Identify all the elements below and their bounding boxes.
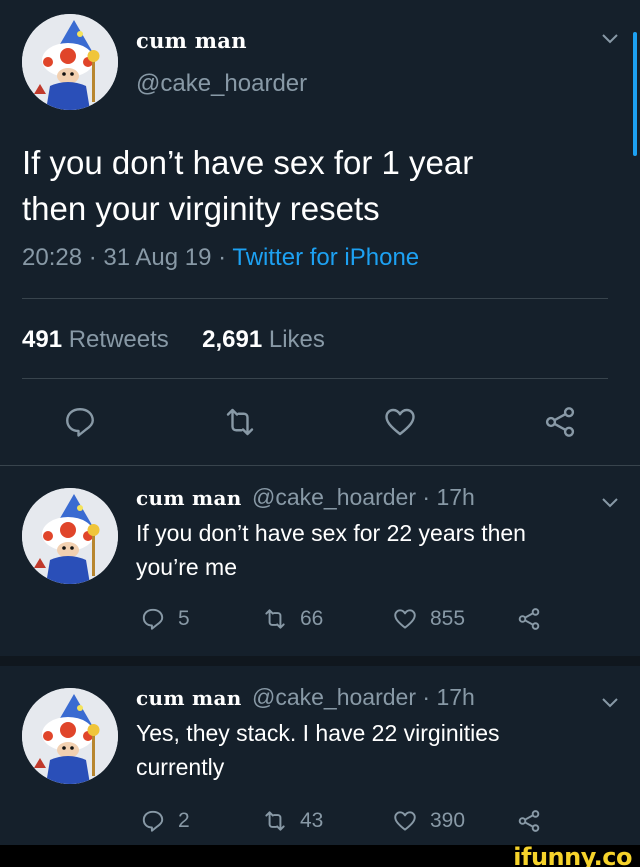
divider [0, 656, 640, 666]
retweet-icon[interactable] [222, 404, 258, 440]
retweets-count: 491 [22, 326, 63, 353]
reply-text-line: If you don’t have sex for 22 years then [136, 520, 526, 546]
like-count: 855 [430, 607, 466, 630]
retweets-label: Retweets [62, 326, 169, 353]
reply-count: 2 [178, 809, 190, 832]
divider [22, 298, 608, 299]
share-icon[interactable] [542, 404, 578, 440]
tweet-stats: 491 Retweets 2,691 Likes [22, 326, 325, 354]
retweet-button[interactable]: 43 [262, 808, 323, 834]
handle[interactable]: @cake_hoarder [136, 70, 307, 98]
reply-button[interactable]: 2 [140, 808, 190, 834]
reply-header: cum man @cake_hoarder · 17h [136, 684, 475, 711]
timestamp[interactable]: 20:28 · 31 Aug 19 · [22, 244, 232, 271]
chevron-down-icon[interactable] [598, 26, 622, 50]
retweet-count: 66 [300, 607, 324, 630]
reply-text-line: currently [136, 754, 225, 780]
display-name[interactable]: cum man [136, 486, 242, 510]
reply-icon [142, 810, 164, 832]
reply-icon [142, 608, 164, 630]
share-button[interactable] [516, 606, 542, 632]
like-icon[interactable] [382, 404, 418, 440]
watermark-bar: ifunny.co [0, 843, 640, 867]
share-icon [518, 608, 540, 630]
chevron-down-icon[interactable] [598, 490, 622, 514]
display-name[interactable]: cum man [136, 28, 247, 53]
likes-count: 2,691 [202, 326, 263, 353]
handle-time[interactable]: @cake_hoarder · 17h [252, 484, 475, 510]
retweets-stat[interactable]: 491 Retweets [22, 326, 169, 353]
display-name[interactable]: cum man [136, 686, 242, 710]
reply-icon[interactable] [62, 404, 98, 440]
watermark-logo: ifunny.co [513, 843, 632, 867]
main-tweet: cum man @cake_hoarder If you don’t have … [0, 0, 640, 466]
divider [22, 378, 608, 379]
reply-text-line: Yes, they stack. I have 22 virginities [136, 720, 500, 746]
tweet-text-line: If you don’t have sex for 1 year [22, 144, 474, 181]
retweet-count: 43 [300, 809, 324, 832]
like-icon [394, 609, 416, 629]
tweet-text-line: then your virginity resets [22, 190, 380, 227]
reply-tweet[interactable]: cum man @cake_hoarder · 17h If you don’t… [0, 466, 640, 656]
scrollbar[interactable] [633, 32, 637, 156]
retweet-button[interactable]: 66 [262, 606, 323, 632]
share-button[interactable] [516, 808, 542, 834]
source-link[interactable]: Twitter for iPhone [232, 244, 419, 271]
like-button[interactable]: 390 [392, 808, 465, 834]
reply-count: 5 [178, 607, 190, 630]
reply-header: cum man @cake_hoarder · 17h [136, 484, 475, 511]
reply-text-line: you’re me [136, 554, 237, 580]
avatar[interactable] [22, 14, 118, 110]
tweet-text: If you don’t have sex for 1 year then yo… [22, 140, 602, 232]
reply-tweet[interactable]: cum man @cake_hoarder · 17h Yes, they st… [0, 666, 640, 856]
retweet-icon [265, 609, 285, 629]
handle-time[interactable]: @cake_hoarder · 17h [252, 684, 475, 710]
reply-text: Yes, they stack. I have 22 virginities c… [136, 716, 606, 784]
like-icon [394, 811, 416, 831]
reply-button[interactable]: 5 [140, 606, 190, 632]
likes-label: Likes [262, 326, 325, 353]
share-icon [518, 810, 540, 832]
avatar[interactable] [22, 488, 118, 584]
like-button[interactable]: 855 [392, 606, 465, 632]
like-count: 390 [430, 809, 466, 832]
reply-text: If you don’t have sex for 22 years then … [136, 516, 606, 584]
avatar[interactable] [22, 688, 118, 784]
tweet-meta: 20:28 · 31 Aug 19 · Twitter for iPhone [22, 244, 419, 272]
chevron-down-icon[interactable] [598, 690, 622, 714]
retweet-icon [265, 811, 285, 831]
likes-stat[interactable]: 2,691 Likes [202, 326, 325, 353]
